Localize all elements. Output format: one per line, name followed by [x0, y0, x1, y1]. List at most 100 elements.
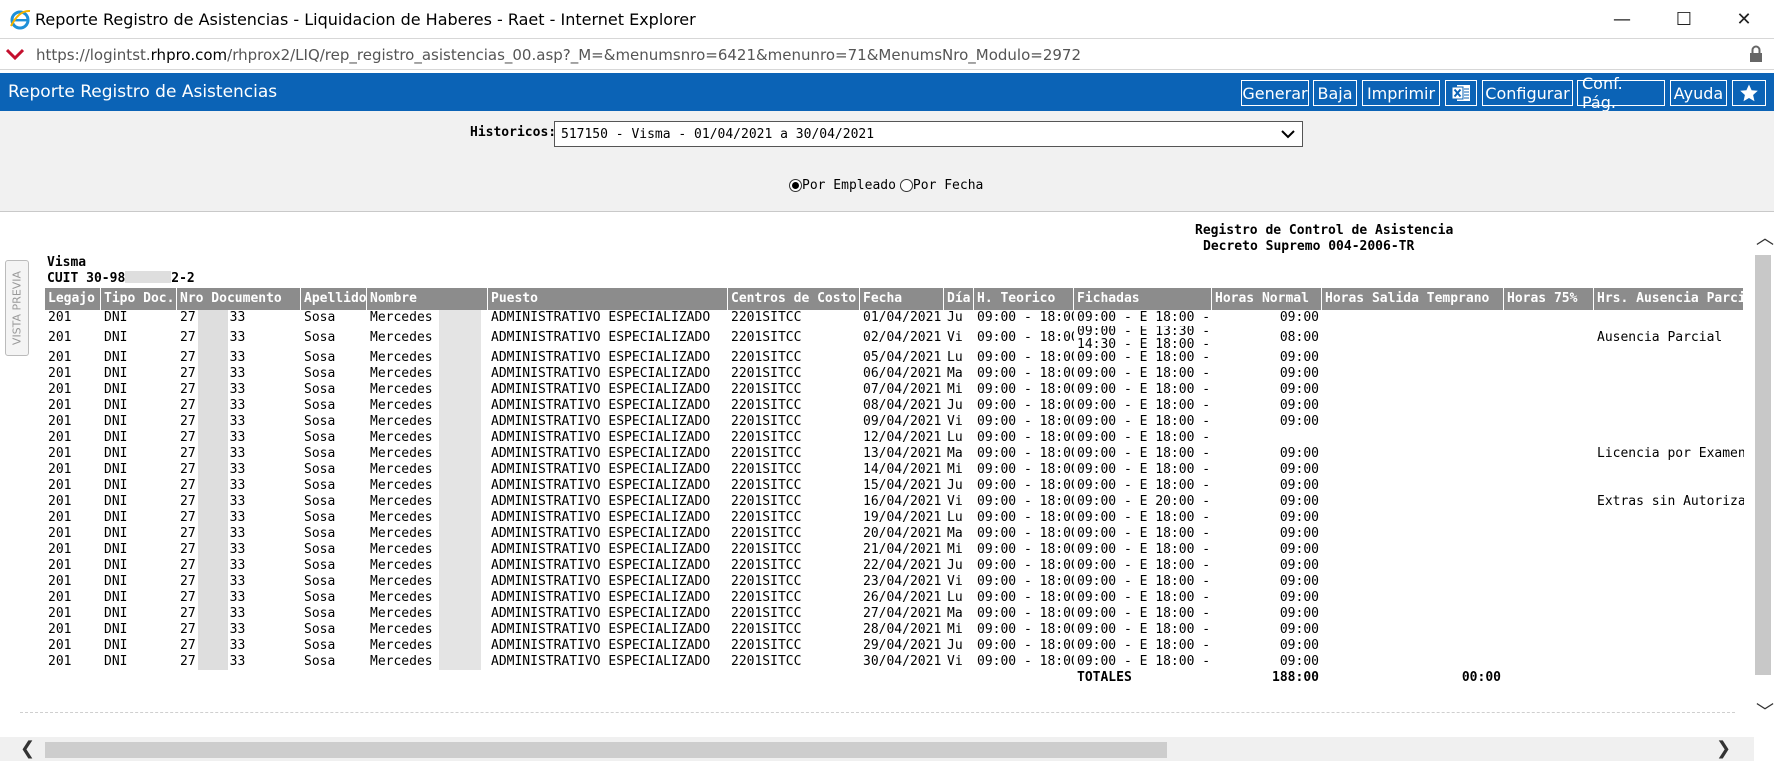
cell-fecha: 05/04/2021 — [863, 350, 942, 365]
redacted-mask — [197, 430, 228, 446]
redacted-mask — [197, 382, 228, 398]
address-bar[interactable]: https://logintst.rhpro.com/rhprox2/LIQ/r… — [0, 38, 1774, 70]
cell-fichadas: 09:00 - E 20:00 - S — [1077, 494, 1212, 509]
doc-prefix: 27 — [180, 414, 196, 429]
por-fecha-radio[interactable] — [899, 179, 913, 192]
scroll-up-icon[interactable]: ︿ — [1756, 224, 1774, 250]
conf-pag-button[interactable]: Conf. Pág. — [1577, 74, 1665, 112]
cell-fichadas: 09:00 - E 18:00 - S — [1077, 414, 1212, 429]
scroll-right-icon[interactable]: ❯ — [1716, 738, 1731, 759]
cell-nro-documento: 27 33 — [177, 478, 301, 494]
cell-centro-costo: 2201SITCC — [731, 606, 802, 621]
maximize-button[interactable]: ☐ — [1662, 4, 1706, 34]
cell-fecha: 28/04/2021 — [863, 622, 942, 637]
excel-icon — [1451, 85, 1470, 101]
cell-fichadas: 09:00 - E 18:00 - S — [1077, 526, 1212, 541]
vista-previa-tab[interactable]: VISTA PREVIA — [5, 260, 29, 356]
cell-legajo: 201 — [48, 526, 72, 541]
cell-tipo-doc: DNI — [104, 446, 128, 461]
site-favicon-icon — [6, 48, 24, 60]
nombre-text: Mercedes — [370, 414, 433, 429]
cell-horas-75 — [1504, 366, 1594, 382]
close-button[interactable]: ✕ — [1722, 4, 1766, 34]
ayuda-button[interactable]: Ayuda — [1670, 80, 1727, 106]
cell-legajo: 201 — [48, 430, 72, 445]
cell-fichadas: 09:00 - E 13:30 - S 14:30 - E 18:00 - S — [1074, 326, 1212, 350]
doc-suffix: 33 — [229, 350, 246, 365]
generar-button[interactable]: Generar — [1241, 80, 1309, 106]
cell-fichadas: 09:00 - E 18:00 - S — [1077, 478, 1212, 493]
cell-horas-75 — [1504, 510, 1594, 526]
cell-horas-salida — [1322, 398, 1504, 414]
minimize-button[interactable]: — — [1600, 4, 1644, 34]
cell-ausencia — [1594, 574, 1744, 590]
cell-fichadas: 09:00 - E 18:00 - S — [1077, 606, 1212, 621]
nombre-text: Mercedes — [370, 446, 433, 461]
redacted-mask — [438, 398, 481, 414]
cell-fecha: 02/04/2021 — [863, 330, 942, 345]
cell-centro-costo: 2201SITCC — [731, 478, 802, 493]
cell-horas-75 — [1504, 462, 1594, 478]
cell-legajo: 201 — [48, 310, 72, 325]
table-row: 201 DNI 27 33 Sosa Mercedes ADMINISTRATIVO ESP… — [45, 606, 1744, 622]
nombre-text: Mercedes — [370, 310, 433, 325]
vertical-scroll-thumb[interactable] — [1755, 255, 1771, 675]
horizontal-scroll-thumb[interactable] — [45, 742, 1167, 758]
table-row: 201 DNI 27 33 Sosa Mercedes ADMINISTRATIVO ESP… — [45, 446, 1744, 462]
cell-horas-75 — [1504, 478, 1594, 494]
doc-prefix: 27 — [180, 350, 196, 365]
redacted-mask — [197, 494, 228, 510]
cell-fichadas: 09:00 - E 18:00 - S — [1077, 382, 1212, 397]
cell-nombre: Mercedes — [367, 398, 488, 414]
scroll-left-icon[interactable]: ❮ — [20, 738, 35, 759]
totals-label: TOTALES — [1077, 670, 1132, 685]
cell-horas-75 — [1504, 574, 1594, 590]
cell-horas-normal: 09:00 — [1279, 414, 1319, 429]
cell-apellido: Sosa — [304, 446, 336, 461]
cell-h-teorico: 09:00 - 18:00 — [977, 430, 1074, 445]
por-empleado-radio[interactable] — [789, 179, 802, 192]
table-row: 201 DNI 27 33 Sosa Mercedes ADMINISTRATIVO ESP… — [45, 414, 1744, 430]
redacted-mask — [197, 478, 228, 494]
imprimir-button[interactable]: Imprimir — [1362, 80, 1440, 106]
cell-nro-documento: 27 33 — [177, 430, 301, 446]
nombre-text: Mercedes — [370, 574, 433, 589]
cell-horas-salida — [1322, 478, 1504, 494]
cell-apellido: Sosa — [304, 494, 336, 509]
table-row: 201 DNI 27 33 Sosa Mercedes ADMINISTRATIVO ESP… — [45, 590, 1744, 606]
doc-suffix: 33 — [229, 414, 246, 429]
totals-horas-salida: 00:00 — [1461, 670, 1501, 685]
url-text[interactable]: https://logintst.rhpro.com/rhprox2/LIQ/r… — [36, 46, 1081, 64]
doc-suffix: 33 — [229, 622, 246, 637]
excel-export-button[interactable] — [1445, 80, 1477, 106]
cell-puesto: ADMINISTRATIVO ESPECIALIZADO — [491, 430, 711, 445]
cell-horas-75 — [1504, 350, 1594, 366]
configurar-button[interactable]: Configurar — [1482, 80, 1573, 106]
view-mode-radio-group: Por Empleado Por Fecha — [789, 178, 983, 193]
cell-tipo-doc: DNI — [104, 622, 128, 637]
doc-prefix: 27 — [180, 494, 196, 509]
report-subtitle: Decreto Supremo 004-2006-TR — [1203, 239, 1415, 254]
doc-suffix: 33 — [229, 398, 246, 413]
cell-horas-75 — [1504, 430, 1594, 446]
cell-puesto: ADMINISTRATIVO ESPECIALIZADO — [491, 494, 711, 509]
doc-suffix: 33 — [229, 510, 246, 525]
scroll-down-icon[interactable]: ﹀ — [1756, 698, 1774, 724]
cell-horas-normal: 09:00 — [1279, 462, 1319, 477]
cell-ausencia — [1594, 558, 1744, 574]
table-row: 201 DNI 27 33 Sosa Mercedes ADMINISTRATIVO ESP… — [45, 542, 1744, 558]
favorite-button[interactable] — [1732, 80, 1766, 106]
column-header: Nro Documento — [177, 288, 301, 310]
historicos-select[interactable]: 517150 - Visma - 01/04/2021 a 30/04/2021 — [554, 121, 1303, 147]
cell-horas-salida — [1322, 606, 1504, 622]
vista-previa-label: VISTA PREVIA — [10, 270, 24, 346]
redacted-mask — [438, 310, 481, 326]
baja-button[interactable]: Baja — [1313, 80, 1357, 106]
doc-prefix: 27 — [180, 430, 196, 445]
cell-dia: Ma — [947, 526, 963, 541]
redacted-mask — [197, 526, 228, 542]
cell-ausencia — [1594, 430, 1744, 446]
redacted-mask — [438, 350, 481, 366]
cell-nro-documento: 27 33 — [177, 446, 301, 462]
cell-horas-normal: 09:00 — [1279, 366, 1319, 381]
